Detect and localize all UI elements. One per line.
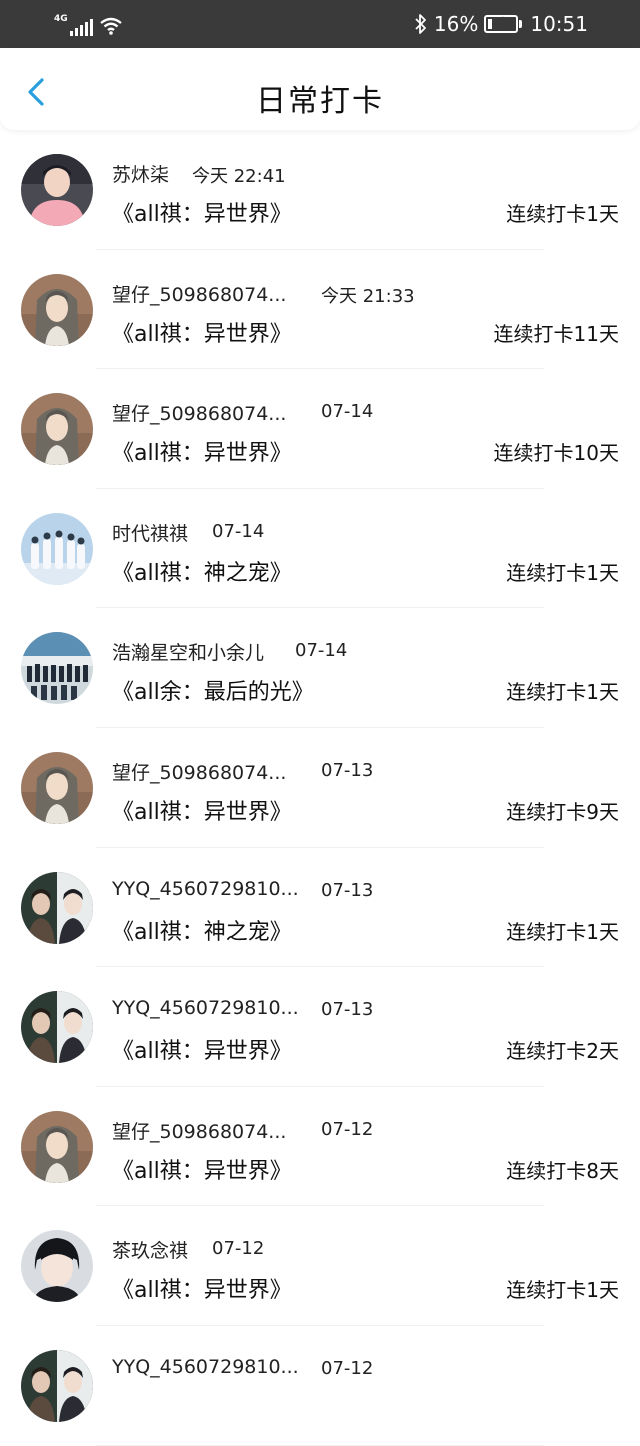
checkin-time: 今天 21:33: [321, 285, 415, 307]
user-name[interactable]: YYQ_4560729810...: [112, 1356, 299, 1378]
avatar[interactable]: [21, 393, 93, 466]
avatar-two-anime: [21, 991, 93, 1064]
streak-label: 连续打卡1天: [506, 680, 619, 705]
checkin-time: 07-14: [295, 640, 348, 662]
avatar[interactable]: [21, 1110, 93, 1183]
avatar-anime-longhair: [21, 393, 93, 466]
avatar[interactable]: [21, 632, 93, 705]
streak-label: 连续打卡9天: [506, 799, 619, 824]
streak-label: 连续打卡2天: [506, 1039, 619, 1064]
checkin-time: 07-14: [321, 401, 374, 423]
user-name[interactable]: 浩瀚星空和小余儿: [112, 638, 264, 665]
streak-label: 连续打卡1天: [506, 1278, 619, 1303]
avatar[interactable]: [21, 1349, 93, 1422]
streak-label: 连续打卡10天: [493, 441, 619, 466]
bluetooth-icon: [415, 14, 426, 34]
avatar-two-anime: [21, 871, 93, 944]
network-type: 4G: [54, 14, 68, 24]
avatar[interactable]: [21, 991, 93, 1064]
user-name[interactable]: YYQ_4560729810...: [112, 878, 299, 900]
checkin-time: 07-13: [321, 879, 374, 901]
streak-label: 连续打卡1天: [506, 560, 619, 585]
user-name[interactable]: 望仔_509868074...: [112, 280, 286, 307]
battery-percent: 16%: [433, 12, 479, 36]
avatar-anime-longhair: [21, 273, 93, 346]
book-title[interactable]: 《all余：最后的光》: [112, 674, 314, 706]
user-name[interactable]: 望仔_509868074...: [112, 399, 286, 426]
user-name[interactable]: 茶玖念祺: [112, 1236, 188, 1263]
avatar[interactable]: [21, 871, 93, 944]
checkin-item[interactable]: 苏炑柒 今天 22:41 《all祺：异世界》 连续打卡1天: [0, 130, 640, 250]
avatar-anime-longhair: [21, 1110, 93, 1183]
checkin-item[interactable]: 浩瀚星空和小余儿 07-14 《all余：最后的光》 连续打卡1天: [0, 608, 640, 728]
avatar-anime-longhair: [21, 751, 93, 824]
book-title[interactable]: 《all祺：异世界》: [112, 1272, 292, 1304]
user-name[interactable]: 望仔_509868074...: [112, 1117, 286, 1144]
checkin-time: 07-13: [321, 999, 374, 1021]
avatar[interactable]: [21, 1230, 93, 1303]
book-title[interactable]: 《all祺：神之宠》: [112, 914, 292, 946]
nav-header: 日常打卡: [0, 48, 640, 130]
checkin-time: 07-14: [212, 520, 265, 542]
status-bar-right: 16% ⚡ 10:51: [414, 10, 588, 38]
battery-icon: ⚡: [484, 15, 523, 33]
streak-label: 连续打卡8天: [506, 1158, 619, 1183]
status-bar-left: 4G: [54, 12, 123, 36]
checkin-item[interactable]: YYQ_4560729810... 07-13 《all祺：神之宠》 连续打卡1…: [0, 848, 640, 968]
signal-icon: [69, 18, 93, 36]
avatar[interactable]: [21, 154, 93, 226]
status-bar: 4G 16% ⚡ 10:51: [0, 0, 640, 48]
checkin-time: 今天 22:41: [192, 166, 286, 187]
avatar-pink-shirt: [21, 154, 93, 226]
avatar[interactable]: [21, 273, 93, 346]
streak-label: 连续打卡11天: [493, 321, 619, 346]
avatar-group-white: [21, 512, 93, 585]
checkin-time: 07-13: [321, 759, 374, 781]
checkin-time: 07-12: [321, 1357, 374, 1379]
checkin-item[interactable]: YYQ_4560729810... 07-12: [0, 1326, 640, 1446]
avatar-boy-portrait: [21, 1230, 93, 1303]
user-name[interactable]: 望仔_509868074...: [112, 758, 286, 785]
book-title[interactable]: 《all祺：异世界》: [112, 196, 292, 228]
book-title[interactable]: 《all祺：异世界》: [112, 794, 292, 826]
checkin-item[interactable]: YYQ_4560729810... 07-13 《all祺：异世界》 连续打卡2…: [0, 967, 640, 1087]
avatar[interactable]: [21, 751, 93, 824]
checkin-list: 苏炑柒 今天 22:41 《all祺：异世界》 连续打卡1天 望仔_509868…: [0, 130, 640, 1446]
wifi-icon: [99, 17, 122, 35]
book-title[interactable]: 《all祺：异世界》: [112, 435, 292, 467]
checkin-item[interactable]: 望仔_509868074... 07-14 《all祺：异世界》 连续打卡10天: [0, 369, 640, 489]
user-name[interactable]: YYQ_4560729810...: [112, 997, 299, 1019]
clock: 10:51: [530, 12, 588, 36]
book-title[interactable]: 《all祺：异世界》: [112, 1153, 292, 1185]
book-title[interactable]: 《all祺：神之宠》: [112, 555, 292, 587]
checkin-time: 07-12: [321, 1118, 374, 1140]
avatar-two-anime: [21, 1349, 93, 1422]
avatar-group-stage: [21, 632, 93, 705]
checkin-time: 07-12: [212, 1238, 265, 1260]
checkin-item[interactable]: 望仔_509868074... 今天 21:33 《all祺：异世界》 连续打卡…: [0, 250, 640, 370]
page-title: 日常打卡: [256, 84, 384, 119]
avatar[interactable]: [21, 512, 93, 585]
streak-label: 连续打卡1天: [506, 202, 619, 226]
user-name[interactable]: 时代祺祺: [112, 519, 188, 546]
streak-label: 连续打卡1天: [506, 919, 619, 944]
user-name[interactable]: 苏炑柒: [112, 160, 169, 187]
checkin-item[interactable]: 时代祺祺 07-14 《all祺：神之宠》 连续打卡1天: [0, 489, 640, 609]
checkin-item[interactable]: 茶玖念祺 07-12 《all祺：异世界》 连续打卡1天: [0, 1206, 640, 1326]
book-title[interactable]: 《all祺：异世界》: [112, 1033, 292, 1065]
checkin-item[interactable]: 望仔_509868074... 07-12 《all祺：异世界》 连续打卡8天: [0, 1087, 640, 1207]
checkin-item[interactable]: 望仔_509868074... 07-13 《all祺：异世界》 连续打卡9天: [0, 728, 640, 848]
divider: [96, 1444, 544, 1446]
book-title[interactable]: 《all祺：异世界》: [112, 316, 292, 348]
